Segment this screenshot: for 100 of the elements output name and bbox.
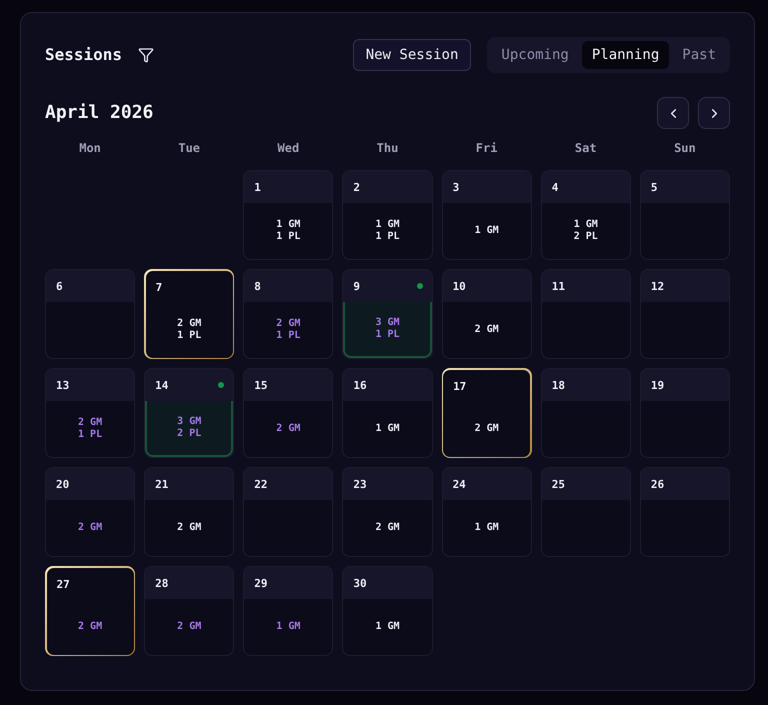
day-number: 18 (552, 380, 565, 390)
weekday-label: Mon (78, 141, 102, 155)
view-tab[interactable]: Past (672, 41, 726, 69)
previous-month-button[interactable] (657, 97, 689, 129)
day-cell[interactable]: 9 3 GM 1 PL (342, 269, 433, 359)
day-cell[interactable]: 26 (640, 467, 730, 557)
day-cell[interactable]: 14 3 GM 2 PL (144, 368, 234, 458)
day-number: 4 (552, 182, 558, 192)
session-count: 1 PL (276, 231, 300, 243)
session-count: 2 GM (177, 621, 202, 633)
day-cell[interactable]: 11 (540, 269, 631, 359)
day-number: 7 (156, 282, 162, 293)
session-count: 1 GM (574, 219, 598, 231)
session-count: 2 PL (574, 231, 598, 243)
day-number: 14 (155, 380, 168, 390)
day-number: 21 (155, 478, 168, 490)
session-count: 2 GM (474, 324, 499, 336)
day-number: 23 (353, 478, 367, 490)
day-number: 6 (56, 280, 63, 292)
day-cell[interactable]: 4 1 GM 2 PL (540, 170, 631, 260)
session-count: 3 GM (375, 317, 400, 329)
day-cell[interactable]: 2 1 GM 1 PL (342, 170, 433, 260)
session-count: 2 GM (276, 318, 300, 330)
session-count: 1 PL (276, 330, 300, 342)
day-cell[interactable]: 7 2 GM 1 PL (144, 269, 234, 359)
day-cell[interactable]: 17 2 GM (442, 368, 532, 458)
day-cell[interactable]: 12 (640, 269, 730, 359)
day-number: 15 (254, 380, 268, 390)
day-number: 11 (552, 280, 565, 292)
weekday-label: Fri (474, 141, 498, 155)
session-count: 2 GM (375, 522, 400, 534)
weekday-label: Wed (276, 141, 300, 155)
session-count: 1 GM (375, 621, 400, 633)
view-tab[interactable]: Planning (582, 41, 670, 69)
weekday-label: Thu (376, 141, 400, 155)
day-number: 1 (254, 182, 261, 192)
day-number: 16 (353, 380, 367, 390)
filter-icon[interactable] (138, 47, 154, 63)
weekday-label: Sun (673, 141, 697, 155)
day-cell[interactable]: 29 1 GM (243, 566, 334, 656)
session-count: 1 GM (375, 219, 400, 231)
day-number: 13 (56, 380, 70, 390)
day-cell[interactable]: 21 2 GM (144, 467, 234, 557)
session-count: 1 GM (276, 219, 300, 231)
day-number: 19 (650, 380, 664, 390)
day-number: 30 (353, 578, 367, 588)
day-number: 5 (650, 182, 658, 192)
day-cell[interactable]: 13 2 GM 1 PL (45, 368, 136, 458)
day-cell[interactable]: 27 2 GM (45, 566, 136, 656)
day-cell[interactable]: 6 (45, 269, 136, 359)
day-cell[interactable]: 15 2 GM (243, 368, 334, 458)
day-cell[interactable]: 30 1 GM (342, 566, 433, 656)
session-count: 2 GM (177, 522, 202, 534)
session-count: 2 GM (78, 417, 102, 429)
day-number: 12 (650, 280, 664, 292)
day-cell[interactable]: 23 2 GM (342, 467, 433, 557)
day-cell[interactable]: 16 1 GM (342, 368, 433, 458)
weekday-label: Tue (177, 141, 202, 155)
day-cell[interactable]: 24 1 GM (442, 467, 532, 557)
session-count: 3 GM (177, 416, 202, 428)
day-cell[interactable]: 1 1 GM 1 PL (243, 170, 334, 260)
session-count: 2 GM (177, 318, 202, 330)
session-count: 1 PL (78, 429, 102, 441)
new-session-button[interactable]: New Session (352, 39, 472, 71)
day-number: 29 (254, 578, 268, 588)
session-count: 2 PL (177, 428, 202, 440)
session-count: 1 GM (276, 621, 300, 633)
day-cell[interactable]: 28 2 GM (144, 566, 234, 656)
month-title: April 2026 (45, 101, 154, 125)
session-count: 1 PL (177, 330, 202, 342)
day-number: 2 (353, 182, 360, 192)
day-cell[interactable]: 19 (640, 368, 730, 458)
session-count: 2 GM (474, 423, 499, 435)
day-number: 26 (650, 478, 664, 490)
day-number: 9 (353, 280, 360, 292)
session-count: 2 GM (78, 621, 102, 633)
day-cell[interactable]: 25 (540, 467, 631, 557)
day-number: 24 (452, 478, 466, 490)
day-cell[interactable]: 18 (540, 368, 631, 458)
day-number: 28 (155, 578, 168, 588)
session-count: 1 PL (375, 329, 400, 341)
session-count: 1 GM (474, 522, 499, 534)
day-number: 17 (453, 381, 466, 392)
day-cell[interactable]: 20 2 GM (45, 467, 136, 557)
weekday-label: Sat (574, 141, 598, 155)
panel-title: Sessions (45, 44, 122, 66)
session-count: 1 GM (375, 423, 400, 435)
day-cell[interactable]: 3 1 GM (442, 170, 532, 260)
day-number: 27 (56, 579, 70, 590)
day-cell[interactable]: 22 (243, 467, 334, 557)
day-cell[interactable]: 5 (640, 170, 730, 260)
session-count: 1 PL (375, 231, 400, 243)
next-month-button[interactable] (698, 97, 730, 129)
day-cell[interactable]: 8 2 GM 1 PL (243, 269, 334, 359)
session-count: 2 GM (78, 522, 102, 534)
day-cell[interactable]: 10 2 GM (442, 269, 532, 359)
day-number: 3 (452, 182, 460, 192)
session-count: 2 GM (276, 423, 300, 435)
view-tab[interactable]: Upcoming (491, 41, 579, 69)
day-number: 20 (56, 478, 70, 490)
